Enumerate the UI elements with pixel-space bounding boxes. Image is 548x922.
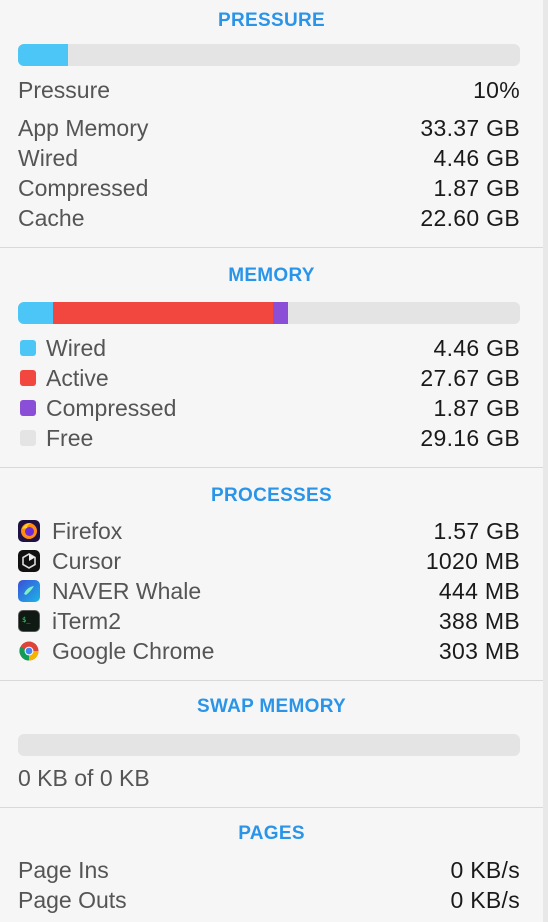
swap-section: SWAP MEMORY 0 KB of 0 KB: [0, 681, 543, 793]
memory-section: MEMORY Wired 4.46 GB Active 27.67 GB Com…: [0, 248, 543, 453]
memory-row-compressed: Compressed 1.87 GB: [18, 393, 520, 423]
page-outs-value: 0 KB/s: [450, 886, 520, 913]
svg-text:$_: $_: [22, 616, 31, 624]
process-row-google-chrome[interactable]: Google Chrome 303 MB: [18, 636, 520, 666]
stat-row-compressed: Compressed 1.87 GB: [18, 173, 520, 203]
stat-row-cache: Cache 22.60 GB: [18, 203, 520, 233]
swap-usage-text: 0 KB of 0 KB: [18, 764, 150, 791]
page-ins-row: Page Ins 0 KB/s: [18, 855, 520, 885]
page-ins-value: 0 KB/s: [450, 856, 520, 883]
google-chrome-icon: [18, 640, 40, 662]
pressure-label: Pressure: [18, 76, 111, 103]
memory-bar-segment-wired: [18, 302, 54, 324]
process-memory: 303 MB: [438, 637, 520, 664]
stat-row-app-memory: App Memory 33.37 GB: [18, 113, 520, 143]
swap-title: SWAP MEMORY: [197, 696, 346, 717]
memory-label: Free: [46, 424, 94, 451]
process-row-naver-whale[interactable]: NAVER Whale 444 MB: [18, 576, 520, 606]
stat-label: Compressed: [18, 174, 149, 201]
stat-value: 4.46 GB: [433, 144, 520, 171]
processes-title: PROCESSES: [211, 485, 332, 506]
pressure-section: PRESSURE Pressure 10% App Memory 33.37 G…: [0, 0, 543, 233]
process-memory: 444 MB: [438, 577, 520, 604]
pressure-row: Pressure 10%: [18, 75, 520, 105]
process-name: Google Chrome: [52, 637, 215, 664]
window-edge: [543, 0, 548, 922]
pressure-bar-fill: [18, 44, 69, 66]
iterm2-icon: $_: [18, 610, 40, 632]
memory-label: Active: [46, 364, 109, 391]
memory-bar-segment-compressed: [273, 302, 289, 324]
memory-title: MEMORY: [228, 265, 315, 286]
process-row-firefox[interactable]: Firefox 1.57 GB: [18, 516, 520, 546]
stat-label: Cache: [18, 204, 85, 231]
free-swatch: [20, 430, 36, 446]
memory-row-wired: Wired 4.46 GB: [18, 333, 520, 363]
wired-swatch: [20, 340, 36, 356]
process-name: Cursor: [52, 547, 122, 574]
stat-label: App Memory: [18, 114, 149, 141]
memory-value: 4.46 GB: [433, 334, 520, 361]
swap-bar: [18, 734, 520, 756]
page-ins-label: Page Ins: [18, 856, 109, 883]
firefox-icon: [18, 520, 40, 542]
stat-value: 33.37 GB: [420, 114, 520, 141]
memory-stats-panel: PRESSURE Pressure 10% App Memory 33.37 G…: [0, 0, 543, 922]
memory-row-active: Active 27.67 GB: [18, 363, 520, 393]
process-name: NAVER Whale: [52, 577, 202, 604]
process-row-iterm2[interactable]: $_ iTerm2 388 MB: [18, 606, 520, 636]
page-outs-label: Page Outs: [18, 886, 127, 913]
pages-title: PAGES: [238, 823, 305, 844]
memory-label: Compressed: [46, 394, 177, 421]
memory-value: 29.16 GB: [420, 424, 520, 451]
pressure-title: PRESSURE: [218, 10, 325, 31]
memory-bar: [18, 302, 520, 324]
page-outs-row: Page Outs 0 KB/s: [18, 885, 520, 915]
process-memory: 1020 MB: [425, 547, 520, 574]
pressure-value: 10%: [473, 76, 520, 103]
swap-usage-row: 0 KB of 0 KB: [18, 763, 520, 793]
memory-value: 27.67 GB: [420, 364, 520, 391]
process-row-cursor[interactable]: Cursor 1020 MB: [18, 546, 520, 576]
process-memory: 388 MB: [438, 607, 520, 634]
process-name: iTerm2: [52, 607, 122, 634]
processes-section: PROCESSES Firefox 1.57 GB Cursor 1020 MB: [0, 468, 543, 666]
process-memory: 1.57 GB: [433, 517, 520, 544]
memory-bar-segment-active: [53, 302, 274, 324]
stat-row-wired: Wired 4.46 GB: [18, 143, 520, 173]
pressure-bar: [18, 44, 520, 66]
memory-bar-segment-free: [288, 302, 520, 324]
memory-row-free: Free 29.16 GB: [18, 423, 520, 453]
cursor-icon: [18, 550, 40, 572]
pages-section: PAGES Page Ins 0 KB/s Page Outs 0 KB/s: [0, 808, 543, 915]
stat-value: 22.60 GB: [420, 204, 520, 231]
stat-value: 1.87 GB: [433, 174, 520, 201]
active-swatch: [20, 370, 36, 386]
stat-label: Wired: [18, 144, 79, 171]
process-name: Firefox: [52, 517, 123, 544]
memory-value: 1.87 GB: [433, 394, 520, 421]
compressed-swatch: [20, 400, 36, 416]
memory-label: Wired: [46, 334, 107, 361]
naver-whale-icon: [18, 580, 40, 602]
